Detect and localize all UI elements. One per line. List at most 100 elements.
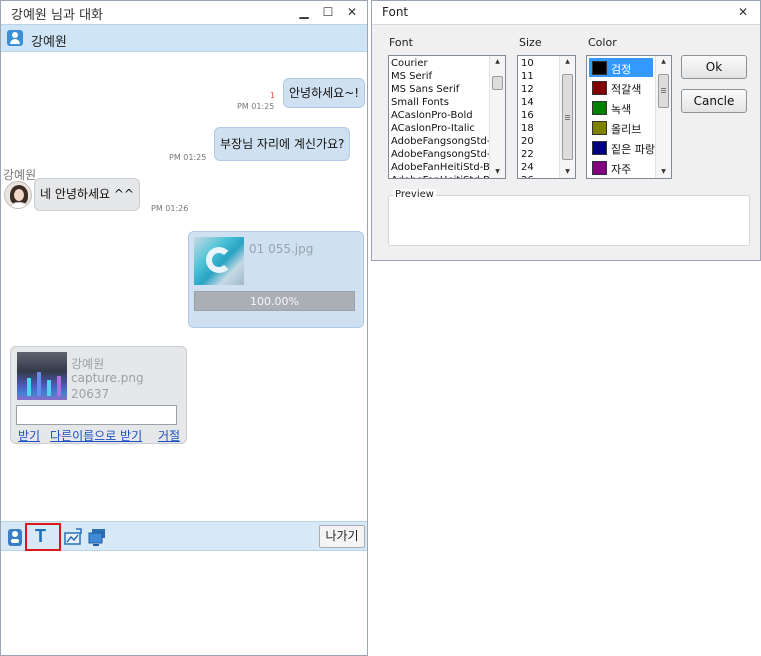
maximize-button[interactable]: ☐ [319,3,337,21]
transfer-progress-bar: 100.00% [194,291,355,311]
size-list-item[interactable]: 22 [521,148,534,161]
size-list-item[interactable]: 14 [521,96,534,109]
size-list-item[interactable]: 16 [521,109,534,122]
font-list-item[interactable]: ACaslonPro-Bold [391,109,473,122]
avatar[interactable] [4,181,32,209]
size-list-item[interactable]: 18 [521,122,534,135]
message-bubble: 네 안녕하세요 ^^ [34,178,140,211]
preview-label: Preview [393,189,436,200]
chat-window: 강예원 님과 대화 ▁ ☐ ✕ 강예원 ··· 안녕하세요~! 1 PM 01:… [0,0,368,656]
font-list-item[interactable]: AdobeFangsongStd- [391,148,491,161]
font-dialog-titlebar: Font ✕ [372,1,760,23]
font-list-item[interactable]: MS Sans Serif [391,83,459,96]
received-file-card: 강예원 capture.png 20637 받기 다른이름으로 받기 거절 [10,346,187,444]
minimize-button[interactable]: ▁ [295,3,313,21]
font-list-item[interactable]: AdobeFanHeitiStd-B [391,174,490,178]
reject-link[interactable]: 거절 [158,427,180,444]
screenshot-icon[interactable] [62,526,84,548]
contacts-icon[interactable] [4,526,26,548]
unread-count: 1 [270,91,276,100]
file-thumbnail[interactable] [194,237,244,285]
color-list[interactable]: 자주 짙은 파랑 올리브 녹색 적갈색 검정 ▲ ▼ [586,55,672,179]
message-area[interactable]: 안녕하세요~! 1 PM 01:25 부장님 자리에 계신가요? PM 01:2… [1,53,367,521]
font-list-item[interactable]: Courier [391,57,428,70]
color-name: 자주 [611,163,632,176]
chat-window-title: 강예원 님과 대화 [11,8,103,23]
color-swatch [592,161,607,175]
close-button[interactable]: ✕ [734,3,752,21]
remote-screen-icon[interactable] [86,526,108,548]
font-dialog: Font ✕ Font Size Color AdobeFanHeitiStd-… [371,0,761,261]
size-list[interactable]: 26242220181614121110 ▲ ▼ [517,55,576,179]
text-format-icon: T [35,526,46,546]
save-path-field[interactable] [16,405,177,425]
color-list-item[interactable]: 짙은 파랑 [589,138,655,157]
color-list-item[interactable]: 자주 [589,158,653,177]
color-list-item[interactable]: 녹색 [589,98,653,117]
size-list-item[interactable]: 11 [521,70,534,83]
scroll-down-icon[interactable]: ▼ [656,166,671,178]
sent-file-card: 01 055.jpg 100.00% [188,231,364,328]
accept-link[interactable]: 받기 [18,427,40,444]
font-list-scrollbar[interactable]: ▲ ▼ [489,56,505,178]
save-as-link[interactable]: 다른이름으로 받기 [50,427,142,444]
font-list[interactable]: AdobeFanHeitiStd-BAdobeFanHeitiStd-BAdob… [388,55,506,179]
color-list-item[interactable]: 검정 [589,58,653,77]
font-dialog-title: Font [382,5,409,19]
color-name: 녹색 [611,103,632,116]
message-bubble: 안녕하세요~! [283,78,366,108]
color-list-scrollbar[interactable]: ▲ ▼ [655,56,671,178]
font-dialog-body: Font Size Color AdobeFanHeitiStd-B AdobeF… [372,24,760,260]
size-list-scrollbar[interactable]: ▲ ▼ [559,56,575,178]
close-button[interactable]: ✕ [343,3,361,21]
file-size: 20637 [71,387,110,401]
color-swatch [592,61,607,75]
color-label: Color [588,36,617,49]
file-thumbnail[interactable] [17,352,67,400]
scroll-thumb[interactable] [658,74,669,108]
color-name: 검정 [611,63,632,76]
color-swatch [592,101,607,115]
file-name: 01 055.jpg [249,242,314,256]
file-sender: 강예원 [71,357,105,371]
text-format-button[interactable]: T [25,523,61,551]
size-list-item[interactable]: 24 [521,161,534,174]
ok-button[interactable]: Ok [681,55,747,79]
message-timestamp: PM 01:25 [237,102,275,111]
scroll-down-icon[interactable]: ▼ [490,166,505,178]
size-label: Size [519,36,542,49]
color-swatch [592,141,607,155]
user-icon [7,30,23,46]
size-list-item[interactable]: 10 [521,57,534,70]
message-input[interactable] [1,552,367,655]
size-list-item[interactable]: 26 [521,174,534,178]
cancel-button[interactable]: Cancle [681,89,747,113]
size-list-item[interactable]: 20 [521,135,534,148]
font-list-item[interactable]: MS Serif [391,70,432,83]
color-list-item[interactable]: 적갈색 [589,78,653,97]
font-list-item[interactable]: AdobeFangsongStd- [391,135,491,148]
size-list-item[interactable]: 12 [521,83,534,96]
file-name: capture.png [71,371,144,385]
color-name: 짙은 파랑 [611,143,655,156]
color-name: 적갈색 [611,83,642,96]
chat-header: 강예원 [1,24,367,52]
color-swatch [592,81,607,95]
color-swatch [592,121,607,135]
scroll-up-icon[interactable]: ▲ [490,56,505,68]
exit-button[interactable]: 나가기 [319,525,365,548]
scroll-up-icon[interactable]: ▲ [656,56,671,68]
font-list-item[interactable]: Small Fonts [391,96,449,109]
scroll-up-icon[interactable]: ▲ [560,56,575,68]
font-list-item[interactable]: ACaslonPro-Italic [391,122,475,135]
scroll-thumb[interactable] [492,76,503,90]
chat-partner-name: 강예원 [31,35,67,50]
chat-titlebar: 강예원 님과 대화 ▁ ☐ ✕ [1,1,367,23]
scroll-down-icon[interactable]: ▼ [560,166,575,178]
scroll-thumb[interactable] [562,74,573,160]
font-list-item[interactable]: AdobeFanHeitiStd-B [391,161,490,174]
font-label: Font [389,36,413,49]
transfer-progress-text: 100.00% [250,295,299,308]
color-list-item[interactable]: 올리브 [589,118,653,137]
message-timestamp: PM 01:26 [151,204,189,213]
